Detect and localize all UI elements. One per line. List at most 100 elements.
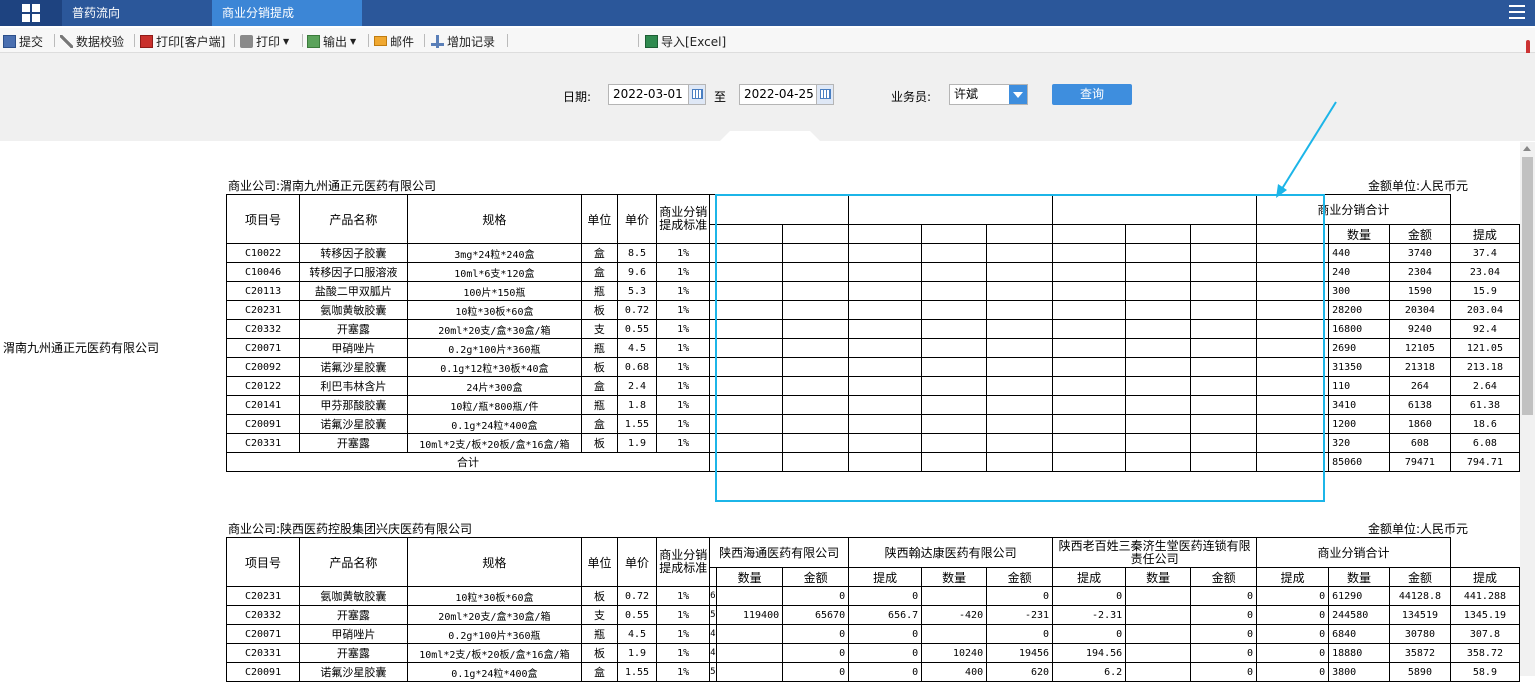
cell-product-name: 诺氟沙星胶囊 <box>299 414 408 434</box>
empty-cell <box>716 376 784 396</box>
empty-cell <box>1190 414 1258 434</box>
cell-spec: 10ml*6支*120盒 <box>406 262 583 282</box>
date-to-field[interactable]: 2022-04-25 <box>739 84 834 105</box>
vertical-scrollbar[interactable] <box>1520 142 1535 676</box>
empty-cell <box>1125 433 1192 453</box>
empty-cell <box>1052 376 1127 396</box>
mail-button[interactable]: 邮件 <box>374 32 414 50</box>
cell-total-qty: 300 <box>1328 281 1390 301</box>
validate-button[interactable]: 数据校验 <box>60 32 124 50</box>
home-grid-icon[interactable] <box>0 0 62 26</box>
empty-cell <box>1052 243 1127 263</box>
calendar-icon[interactable] <box>816 85 833 104</box>
col-total-group: 商业分销合计 <box>1256 194 1451 225</box>
cell-total-qty: 2690 <box>1328 338 1390 358</box>
cell-unit: 板 <box>581 300 618 320</box>
tab-drug-flow[interactable]: 普药流向 <box>62 0 210 26</box>
menu-icon[interactable] <box>1509 5 1525 19</box>
empty-cell <box>1190 300 1258 320</box>
validate-label: 数据校验 <box>76 34 125 49</box>
query-button[interactable]: 查询 <box>1052 84 1132 105</box>
print-client-button[interactable]: 打印[客户端] <box>140 32 225 50</box>
narrow-cell <box>709 357 718 377</box>
cell-total-commission: 1345.19 <box>1449 605 1521 625</box>
empty-cell <box>716 243 784 263</box>
tab-commercial-commission[interactable]: 商业分销提成 <box>212 0 362 26</box>
export-button[interactable]: 输出 ▼ <box>307 32 356 50</box>
cell-item-no: C20122 <box>225 376 301 396</box>
narrow-cell: 5 <box>709 662 718 682</box>
calendar-icon[interactable] <box>688 85 705 104</box>
export-icon <box>307 34 320 48</box>
empty-cell <box>921 357 988 377</box>
cell-price: 0.55 <box>616 605 658 625</box>
cell-value: 0 <box>986 624 1054 644</box>
cell-unit: 盒 <box>581 662 618 682</box>
collapse-handle[interactable] <box>720 131 820 141</box>
empty-cell <box>782 357 850 377</box>
empty-cell <box>782 395 850 415</box>
empty-cell <box>1052 262 1127 282</box>
cell-item-no: C20091 <box>225 414 301 434</box>
date-from-field[interactable]: 2022-03-01 <box>608 84 706 105</box>
empty-cell <box>782 262 850 282</box>
report1-currency: 金额单位:人民币元 <box>1368 179 1469 193</box>
cell-value <box>716 624 784 644</box>
total-row: 合计 85060 79471 794.71 <box>225 452 1521 472</box>
cell-product-name: 诺氟沙星胶囊 <box>299 357 408 377</box>
import-excel-label: 导入[Excel] <box>661 34 727 49</box>
add-record-button[interactable]: 增加记录 <box>431 32 495 50</box>
narrow-cell: 4 <box>709 624 718 644</box>
cell-value: 119400 <box>716 605 784 625</box>
cell-total-amount: 2304 <box>1388 262 1451 282</box>
cell-rate: 1% <box>656 338 711 358</box>
cell-product-name: 开塞露 <box>299 605 408 625</box>
total-commission: 794.71 <box>1449 452 1521 472</box>
cell-rate: 1% <box>656 243 711 263</box>
report2-company: 商业公司:陕西医药控股集团兴庆医药有限公司 <box>228 522 473 536</box>
report2-currency: 金额单位:人民币元 <box>1368 522 1469 536</box>
col-qty: 数量 <box>716 567 784 587</box>
cell-rate: 1% <box>656 586 711 606</box>
narrow-cell <box>709 433 718 453</box>
col-product-name: 产品名称 <box>299 537 408 587</box>
cell-value: 0 <box>1052 624 1127 644</box>
scroll-up-icon[interactable] <box>1523 146 1531 151</box>
empty-cell <box>1256 300 1330 320</box>
empty-cell <box>1190 433 1258 453</box>
empty-cell <box>782 300 850 320</box>
cell-value: 194.56 <box>1052 643 1127 663</box>
empty-cell <box>921 300 988 320</box>
submit-button[interactable]: 提交 <box>3 32 43 50</box>
cell-product-name: 氨咖黄敏胶囊 <box>299 300 408 320</box>
company-group-label: 渭南九州通正元医药有限公司 <box>3 341 160 355</box>
scrollbar-thumb[interactable] <box>1522 157 1533 415</box>
cell-rate: 1% <box>656 624 711 644</box>
table-row: C20141 甲芬那酸胶囊 10粒/瓶*800瓶/件瓶 1.8 1% 3410 6138 61… <box>225 395 1521 415</box>
empty-cell <box>986 357 1054 377</box>
narrow-cell <box>709 452 718 472</box>
salesman-select[interactable]: 许斌 <box>949 84 1028 105</box>
sub-header-empty <box>716 224 784 244</box>
col-spec: 规格 <box>406 194 583 244</box>
empty-cell <box>986 319 1054 339</box>
cell-price: 5.3 <box>616 281 658 301</box>
empty-cell <box>848 433 923 453</box>
table-row: C10022 转移因子胶囊 3mg*24粒*240盒盒 8.5 1% 440 3740 37.… <box>225 243 1521 263</box>
cell-price: 1.9 <box>616 643 658 663</box>
cell-rate: 1% <box>656 414 711 434</box>
cell-price: 0.55 <box>616 319 658 339</box>
empty-cell <box>986 395 1054 415</box>
empty-cell <box>1052 433 1127 453</box>
cell-unit: 支 <box>581 605 618 625</box>
add-record-label: 增加记录 <box>447 34 496 49</box>
cell-total-amount: 20304 <box>1388 300 1451 320</box>
print-button[interactable]: 打印 ▼ <box>240 32 289 50</box>
narrow-cell: 4 <box>709 643 718 663</box>
chevron-down-icon[interactable] <box>1009 85 1027 104</box>
top-bar: 普药流向 商业分销提成 <box>0 0 1535 26</box>
cell-item-no: C20231 <box>225 586 301 606</box>
cell-value <box>1125 624 1192 644</box>
cell-price: 2.4 <box>616 376 658 396</box>
import-excel-button[interactable]: 导入[Excel] <box>645 32 726 50</box>
